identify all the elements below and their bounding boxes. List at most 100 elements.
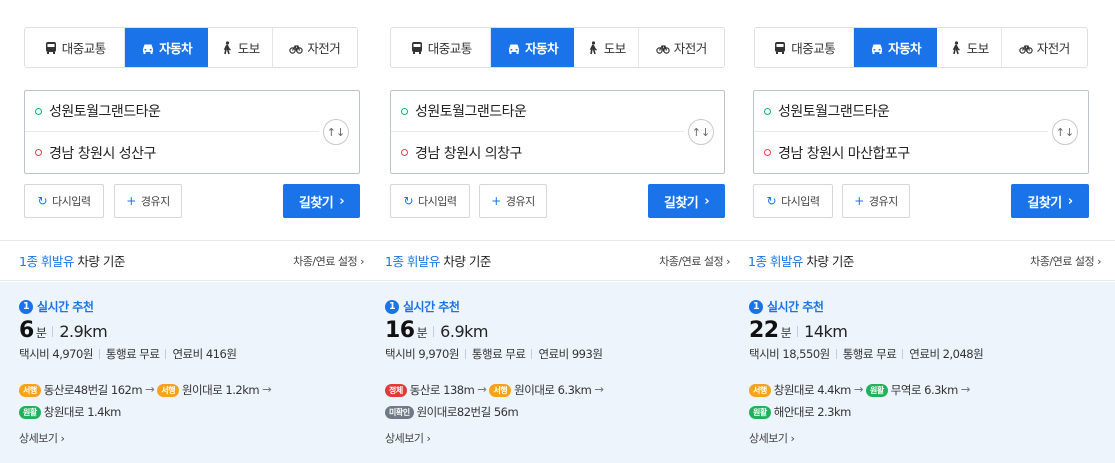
tab-walk[interactable]: 도보 (208, 28, 273, 67)
detail-link[interactable]: 상세보기 › (749, 430, 795, 446)
bus-icon (411, 41, 422, 54)
destination-text: 경남 창원시 의창구 (415, 145, 522, 162)
fuel-settings-link[interactable]: 차종/연료 설정 › (293, 253, 364, 269)
walk-icon (589, 40, 597, 54)
travel-distance: 2.9km (59, 322, 108, 341)
route-steps: 서행 창원대로 4.4km → 원활 무역로 6.3km → 원활 해안대로 2.3km (749, 379, 973, 423)
add-waypoint-button[interactable]: + 경유지 (842, 184, 910, 218)
car-icon (872, 44, 883, 54)
step-text: 창원대로 1.4km (43, 405, 122, 419)
directions-panel-3: 대중교통 자동차 도보 자전거 성원토월그랜드타운 경남 창원시 마산합포구 ↑… (744, 0, 1115, 463)
time-unit: 분 (35, 326, 47, 340)
reset-button[interactable]: ↻ 다시입력 (390, 184, 470, 218)
step-text: 동산로48번길 162m (43, 383, 143, 397)
rank-badge: 1 (749, 299, 763, 314)
add-waypoint-button[interactable]: + 경유지 (479, 184, 547, 218)
tab-walk[interactable]: 도보 (937, 28, 1002, 67)
fuel-settings-label: 차종/연료 설정 (1030, 254, 1095, 268)
detail-label: 상세보기 (749, 432, 788, 445)
traffic-badge: 원활 (19, 406, 41, 419)
tab-bike-label: 자전거 (307, 41, 341, 56)
chevron-right-icon: › (339, 193, 345, 209)
tab-car-label: 자동차 (525, 41, 559, 56)
origin-text: 성원토월그랜드타운 (778, 104, 890, 120)
plus-icon: + (491, 194, 501, 208)
plus-icon: + (126, 194, 136, 208)
tab-car[interactable]: 자동차 (125, 28, 208, 67)
fuel-cost: 연료비 993원 (538, 347, 603, 361)
time-unit: 분 (416, 326, 428, 340)
origin-field[interactable]: 성원토월그랜드타운 (391, 91, 684, 132)
arrow-right-icon: → (477, 382, 487, 396)
tab-bike-label: 자전거 (1036, 41, 1071, 56)
route-steps: 정체 동산로 138m → 서행 원이대로 6.3km → 미확인 원이대로82번길 56m (385, 379, 606, 423)
swap-route-icon[interactable]: ↑↓ (688, 119, 714, 145)
route-step: 원활 창원대로 1.4km (19, 402, 121, 423)
tab-transit[interactable]: 대중교통 (391, 28, 492, 67)
reset-label: 다시입력 (52, 195, 91, 208)
route-inputs: 성원토월그랜드타운 경남 창원시 의창구 ↑↓ (390, 90, 725, 174)
swap-route-icon[interactable]: ↑↓ (323, 119, 349, 145)
arrow-right-icon: → (960, 382, 971, 396)
fuel-settings-link[interactable]: 차종/연료 설정 › (659, 253, 730, 269)
fuel-basis-suffix: 차량 기준 (443, 254, 491, 269)
origin-text: 성원토월그랜드타운 (415, 104, 527, 120)
origin-field[interactable]: 성원토월그랜드타운 (754, 91, 1048, 132)
route-inputs: 성원토월그랜드타운 경남 창원시 성산구 ↑↓ (24, 90, 360, 174)
tab-walk[interactable]: 도보 (574, 28, 639, 67)
reset-button[interactable]: ↻ 다시입력 (753, 184, 833, 218)
time-distance: 16 분 6.9km (385, 318, 488, 343)
tab-transit[interactable]: 대중교통 (25, 28, 126, 67)
route-inputs: 성원토월그랜드타운 경남 창원시 마산합포구 ↑↓ (753, 90, 1089, 174)
origin-text: 성원토월그랜드타운 (49, 104, 161, 120)
search-button[interactable]: 길찾기 › (648, 184, 725, 218)
detail-link[interactable]: 상세보기 › (19, 430, 65, 446)
tab-bike[interactable]: 자전거 (1002, 28, 1087, 67)
origin-field[interactable]: 성원토월그랜드타운 (25, 91, 319, 132)
fuel-cost: 연료비 416원 (172, 347, 237, 361)
mode-tabs: 대중교통 자동차 도보 자전거 (754, 27, 1088, 68)
route-step: 서행 창원대로 4.4km (749, 380, 851, 401)
reset-button[interactable]: ↻ 다시입력 (24, 184, 104, 218)
tab-transit[interactable]: 대중교통 (755, 28, 855, 67)
swap-route-icon[interactable]: ↑↓ (1052, 119, 1078, 145)
route-result[interactable]: 1 실시간 추천 16 분 6.9km 택시비 9,970원 통행료 무료 연료… (378, 282, 744, 463)
taxi-fare: 택시비 9,970원 (385, 347, 459, 361)
waypoint-label: 경유지 (868, 195, 898, 208)
tab-car[interactable]: 자동차 (491, 28, 574, 67)
traffic-badge: 정체 (385, 384, 407, 397)
origin-dot-icon (401, 107, 408, 115)
arrow-right-icon: → (145, 382, 155, 396)
tab-bike[interactable]: 자전거 (273, 28, 357, 67)
fuel-setting-bar: 1종 휘발유 차량 기준 차종/연료 설정 › (0, 240, 378, 281)
search-button[interactable]: 길찾기 › (1011, 184, 1089, 218)
detail-link[interactable]: 상세보기 › (385, 430, 431, 446)
tab-car[interactable]: 자동차 (854, 28, 937, 67)
toll-fee: 통행료 무료 (105, 347, 160, 361)
route-result[interactable]: 1 실시간 추천 6 분 2.9km 택시비 4,970원 통행료 무료 연료비… (0, 282, 378, 463)
tab-transit-label: 대중교통 (427, 41, 473, 56)
reset-label: 다시입력 (781, 195, 820, 208)
bus-icon (45, 41, 56, 54)
fuel-settings-link[interactable]: 차종/연료 설정 › (1030, 253, 1101, 269)
tab-bike[interactable]: 자전거 (639, 28, 724, 67)
chevron-right-icon: › (1067, 193, 1073, 209)
travel-distance: 6.9km (440, 322, 488, 341)
directions-panel-2: 대중교통 자동차 도보 자전거 성원토월그랜드타운 경남 창원시 의창구 ↑↓ … (378, 0, 744, 463)
destination-field[interactable]: 경남 창원시 의창구 (391, 132, 684, 173)
destination-field[interactable]: 경남 창원시 성산구 (25, 132, 319, 173)
route-result[interactable]: 1 실시간 추천 22 분 14km 택시비 18,550원 통행료 무료 연료… (744, 282, 1115, 463)
fuel-setting-bar: 1종 휘발유 차량 기준 차종/연료 설정 › (744, 240, 1115, 281)
tab-walk-label: 도보 (237, 41, 261, 56)
destination-field[interactable]: 경남 창원시 마산합포구 (754, 132, 1048, 173)
add-waypoint-button[interactable]: + 경유지 (114, 184, 182, 218)
search-button[interactable]: 길찾기 › (283, 184, 360, 218)
step-text: 창원대로 4.4km (773, 383, 852, 397)
search-label: 길찾기 (1027, 195, 1062, 211)
rank-badge: 1 (385, 299, 399, 314)
taxi-fare: 택시비 4,970원 (19, 347, 93, 361)
destination-dot-icon (35, 149, 42, 156)
traffic-badge: 서행 (749, 384, 771, 397)
traffic-badge: 원활 (866, 384, 888, 397)
car-icon (143, 44, 154, 54)
